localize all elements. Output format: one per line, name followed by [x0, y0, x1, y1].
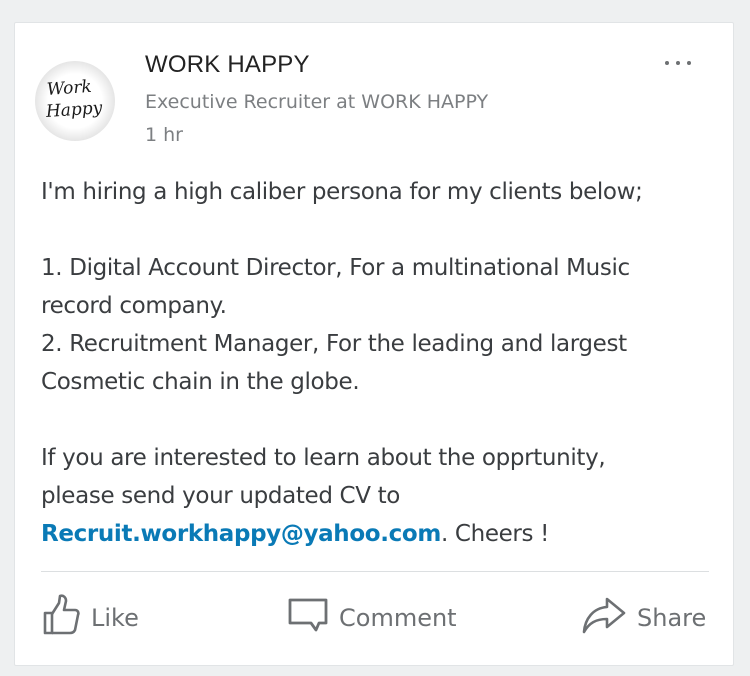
- author-headline: Executive Recruiter at WORK HAPPY: [145, 91, 489, 113]
- comment-bubble-icon: [287, 595, 329, 641]
- ellipsis-icon: [665, 61, 669, 65]
- more-options-button[interactable]: [659, 53, 699, 73]
- avatar-text-line2: Happy: [44, 98, 103, 122]
- divider: [41, 571, 709, 572]
- post-text-line: If you are interested to learn about the…: [41, 445, 606, 471]
- post-text-line: record company.: [41, 293, 227, 319]
- like-label: Like: [91, 604, 139, 632]
- post-card: Work Happy WORK HAPPY Executive Recruite…: [14, 22, 734, 666]
- comment-label: Comment: [339, 604, 457, 632]
- thumbs-up-icon: [41, 593, 81, 643]
- post-text-line: Cosmetic chain in the globe.: [41, 369, 360, 395]
- share-button[interactable]: Share: [581, 593, 706, 643]
- like-button[interactable]: Like: [41, 593, 139, 643]
- email-link[interactable]: Recruit.workhappy@yahoo.com: [41, 521, 441, 547]
- post-text-line: please send your updated CV to: [41, 483, 400, 509]
- share-label: Share: [637, 604, 707, 632]
- author-name[interactable]: WORK HAPPY: [145, 51, 310, 79]
- post-body: I'm hiring a high caliber persona for my…: [41, 173, 721, 553]
- post-text-line: 1. Digital Account Director, For a multi…: [41, 255, 630, 281]
- author-avatar[interactable]: Work Happy: [35, 61, 115, 141]
- post-timestamp: 1 hr: [145, 124, 183, 146]
- comment-button[interactable]: Comment: [287, 593, 457, 643]
- post-text-line: 2. Recruitment Manager, For the leading …: [41, 331, 627, 357]
- closing-text: . Cheers !: [440, 521, 549, 547]
- avatar-text-line1: Work: [46, 77, 92, 100]
- work-happy-logo: Work Happy: [44, 77, 103, 122]
- post-text-line: I'm hiring a high caliber persona for my…: [41, 179, 643, 205]
- post-text-line: Recruit.workhappy@yahoo.com. Cheers !: [41, 515, 721, 553]
- share-arrow-icon: [581, 595, 627, 641]
